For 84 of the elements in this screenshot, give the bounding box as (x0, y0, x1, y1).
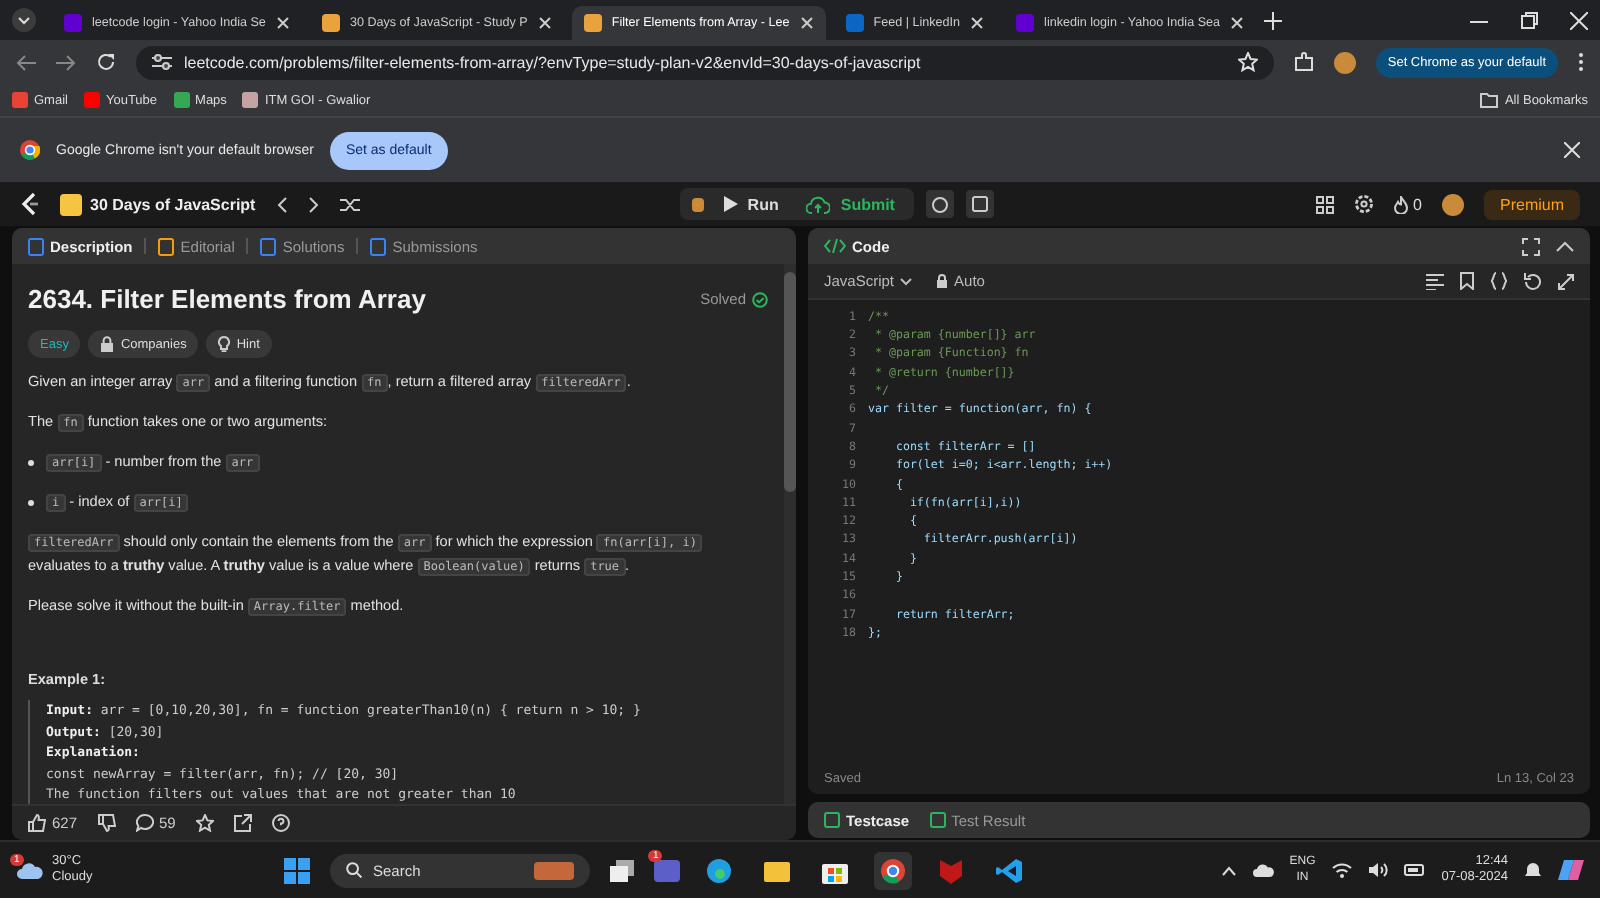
cloud-icon (16, 861, 44, 880)
previous-icon[interactable] (275, 195, 288, 214)
close-icon[interactable] (799, 16, 814, 30)
new-tab-icon[interactable] (1264, 11, 1283, 29)
tab-icon (370, 237, 387, 256)
layout-grid-icon[interactable] (1315, 195, 1334, 214)
tab-icon (260, 237, 277, 256)
start-windows-icon[interactable] (284, 857, 311, 884)
tab-icon (158, 237, 175, 256)
search-icon (346, 862, 363, 879)
back-arrow-icon[interactable] (16, 53, 36, 72)
more-menu-icon[interactable] (1578, 52, 1584, 73)
bookmark-favicon-icon (12, 92, 28, 109)
code-brackets-icon (824, 238, 846, 255)
braces-icon[interactable] (1490, 272, 1508, 291)
bookmark-favicon-icon (83, 92, 100, 109)
close-icon[interactable] (537, 16, 552, 30)
premium-button[interactable]: Premium (1484, 189, 1581, 220)
profile-avatar-icon[interactable] (1333, 51, 1356, 74)
reset-icon[interactable] (1524, 272, 1542, 291)
check-circle-icon (752, 291, 768, 308)
shuffle-icon[interactable] (339, 195, 360, 214)
notification-bell-icon[interactable] (1524, 861, 1542, 880)
restore-icon[interactable] (1520, 11, 1538, 29)
address-bar[interactable]: leetcode.com/problems/filter-elements-from-array/?envType=study-plan-v2&envId=30-days-of-javascript (136, 45, 1274, 80)
bullet-icon (28, 459, 34, 466)
site-favicon-icon (1016, 14, 1035, 32)
bookmark-star-icon[interactable] (1237, 52, 1258, 73)
onedrive-cloud-icon[interactable] (1251, 863, 1274, 878)
star-icon[interactable] (195, 814, 214, 833)
user-avatar-icon[interactable] (1442, 193, 1464, 216)
scrollbar[interactable] (784, 264, 796, 805)
forward-arrow-icon[interactable] (56, 53, 76, 72)
thumbs-up-icon (28, 814, 46, 833)
site-favicon-icon (845, 14, 864, 32)
play-icon (723, 196, 738, 213)
chrome-browser-icon[interactable] (874, 851, 913, 890)
thumbs-down-icon[interactable] (97, 814, 116, 833)
flame-icon (1393, 195, 1408, 214)
streak-counter[interactable]: 0 (1393, 195, 1422, 214)
expand-icon[interactable] (1558, 273, 1574, 290)
task-view-icon[interactable] (610, 859, 635, 882)
chevron-down-icon (900, 277, 913, 286)
bookmark-favicon-icon (173, 92, 190, 109)
study-plan-link[interactable]: 30 Days of JavaScript (60, 193, 256, 216)
problem-title: 2634. Filter Elements from Array (28, 284, 426, 315)
tab-list-icon[interactable] (12, 8, 36, 32)
chevron-up-icon[interactable] (1221, 865, 1236, 876)
close-icon[interactable] (1570, 11, 1588, 29)
search-highlight-drawing (534, 861, 575, 880)
volume-icon[interactable] (1367, 862, 1388, 879)
lightbulb-icon (218, 336, 231, 353)
next-icon[interactable] (307, 195, 320, 214)
collapse-icon[interactable] (1556, 240, 1574, 253)
lock-icon (936, 274, 949, 289)
checkbox-icon (824, 812, 840, 829)
bullet-icon (28, 499, 34, 506)
bookmark-icon[interactable] (1460, 272, 1474, 291)
comment-icon (135, 814, 154, 833)
wifi-icon[interactable] (1331, 862, 1352, 879)
site-favicon-icon (321, 14, 340, 32)
close-icon[interactable] (1564, 142, 1580, 159)
site-favicon-icon (583, 14, 602, 32)
format-icon[interactable] (1426, 273, 1444, 290)
site-favicon-icon (64, 14, 82, 32)
close-icon[interactable] (970, 16, 985, 30)
close-icon[interactable] (275, 16, 290, 30)
lock-icon (100, 336, 115, 353)
bookmark-favicon-icon (242, 92, 259, 109)
submit-button[interactable]: Submit (794, 191, 907, 218)
help-icon[interactable] (271, 814, 290, 833)
share-icon[interactable] (233, 814, 252, 833)
battery-icon[interactable] (1403, 864, 1426, 877)
fullscreen-icon[interactable] (1522, 237, 1540, 256)
site-info-icon[interactable] (152, 54, 172, 71)
close-icon[interactable] (1230, 16, 1245, 30)
tab-icon (28, 237, 44, 256)
reload-icon[interactable] (96, 52, 116, 73)
extensions-icon[interactable] (1293, 52, 1314, 73)
settings-icon[interactable] (1353, 194, 1374, 215)
cloud-upload-icon (806, 195, 831, 214)
chrome-logo-icon (20, 140, 40, 161)
run-button[interactable]: Run (711, 191, 791, 218)
folder-icon (1480, 92, 1499, 109)
